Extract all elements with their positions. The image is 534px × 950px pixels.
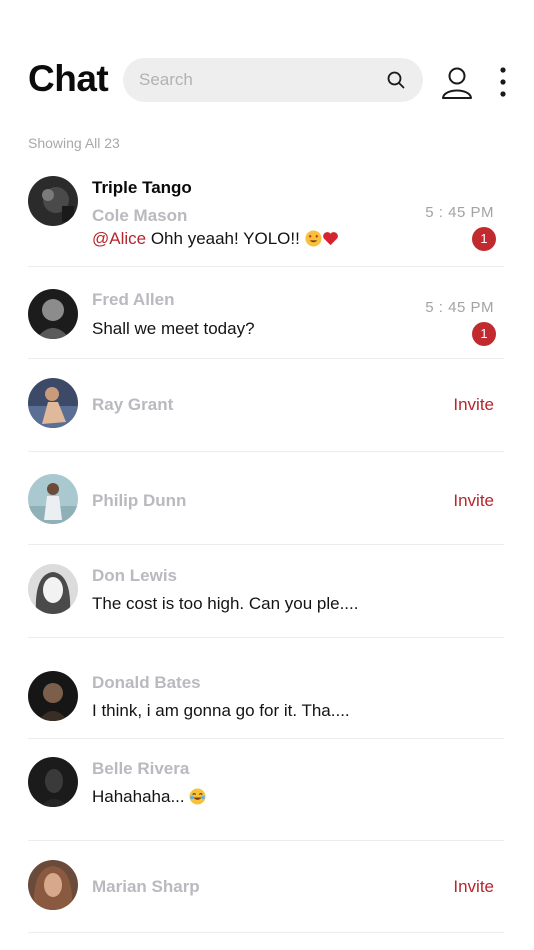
conversation-row[interactable]: Belle Rivera Hahahaha... [0, 739, 534, 841]
message-time: 5 : 45 PM [425, 299, 494, 316]
search-input[interactable] [139, 58, 379, 102]
avatar [28, 564, 78, 614]
group-name: Triple Tango [92, 178, 192, 197]
list-count-label: Showing All 23 [28, 135, 120, 151]
unread-badge: 1 [472, 322, 496, 346]
sender-name: Cole Mason [92, 206, 188, 225]
red-heart-emoji [322, 232, 338, 246]
sender-name: Belle Rivera [92, 759, 190, 778]
conversation-row[interactable]: Ray Grant Invite [0, 359, 534, 452]
search-icon[interactable] [387, 71, 405, 89]
mention: @Alice [92, 229, 147, 248]
message-preview: The cost is too high. Can you ple.... [92, 594, 359, 613]
avatar [28, 757, 78, 807]
avatar [28, 671, 78, 721]
message-preview: Shall we meet today? [92, 319, 255, 338]
contact-name: Marian Sharp [92, 877, 200, 896]
conversation-row[interactable]: Donald Bates I think, i am gonna go for … [0, 638, 534, 739]
avatar [28, 378, 78, 428]
conversation-row[interactable]: Don Lewis The cost is too high. Can you … [0, 545, 534, 638]
heart-eyes-emoji [305, 230, 322, 247]
sender-name: Don Lewis [92, 566, 178, 585]
sender-name: Fred Allen [92, 290, 175, 309]
invite-button[interactable]: Invite [453, 395, 494, 415]
search-bar[interactable] [123, 58, 423, 102]
message-text: Ohh yeaah! YOLO!! [146, 229, 300, 248]
more-vertical-icon[interactable] [498, 66, 508, 98]
divider [28, 932, 504, 933]
contact-name: Ray Grant [92, 395, 174, 414]
invite-button[interactable]: Invite [453, 491, 494, 511]
message-text: Hahahaha... [92, 787, 185, 806]
avatar [28, 474, 78, 524]
message-time: 5 : 45 PM [425, 204, 494, 221]
avatar [28, 860, 78, 910]
avatar [28, 289, 78, 339]
sender-name: Donald Bates [92, 673, 201, 692]
conversation-row[interactable]: Fred Allen Shall we meet today? 5 : 45 P… [0, 267, 534, 359]
contact-name: Philip Dunn [92, 491, 187, 510]
laughing-tears-emoji [189, 788, 206, 805]
message-preview: Hahahaha... [92, 787, 206, 807]
conversation-row[interactable]: Philip Dunn Invite [0, 452, 534, 545]
message-preview: @Alice Ohh yeaah! YOLO!! [92, 229, 339, 249]
app-header: Chat [0, 0, 534, 120]
unread-badge: 1 [472, 227, 496, 251]
invite-button[interactable]: Invite [453, 877, 494, 897]
conversation-row[interactable]: Marian Sharp Invite [0, 841, 534, 933]
message-preview: I think, i am gonna go for it. Tha.... [92, 701, 350, 720]
page-title: Chat [28, 58, 109, 99]
conversation-list: Triple Tango Cole Mason @Alice Ohh yeaah… [0, 166, 534, 933]
conversation-row[interactable]: Triple Tango Cole Mason @Alice Ohh yeaah… [0, 166, 534, 267]
avatar [28, 176, 78, 226]
user-icon[interactable] [440, 66, 474, 100]
